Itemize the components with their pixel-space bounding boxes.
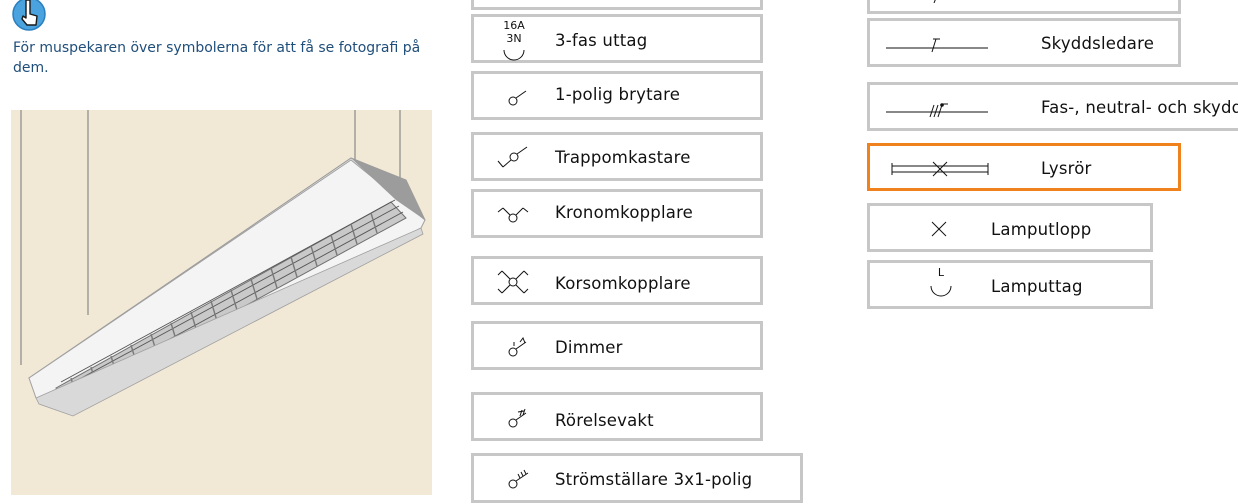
symbol-label: Lamputlopp — [991, 220, 1092, 239]
symbol-label: 3-fas uttag — [555, 31, 648, 50]
symbol-label: Rörelsevakt — [555, 411, 654, 430]
symbol-box-skyddsledare[interactable]: Skyddsledare — [867, 18, 1181, 67]
conductor-icon — [933, 0, 936, 3]
symbol-label: Lysrör — [1041, 159, 1092, 178]
symbol-box-korsomkopplare[interactable]: Korsomkopplare — [471, 256, 763, 305]
symbol-label: Korsomkopplare — [555, 274, 691, 293]
outlet-phase-text: 3N — [506, 32, 521, 45]
symbol-box-lamputlopp[interactable]: Lamputlopp — [867, 203, 1153, 252]
motion-sensor-icon — [508, 408, 527, 428]
symbol-box-3-fas-uttag[interactable]: 16A 3N 3-fas uttag — [471, 14, 763, 63]
single-pole-switch-icon — [508, 90, 527, 106]
symbol-label: 1-polig brytare — [555, 85, 681, 104]
symbol-label: Skyddsledare — [1041, 34, 1155, 53]
symbol-label: Dimmer — [555, 338, 623, 357]
lamp-socket-letter: L — [938, 266, 945, 279]
lamp-socket-icon: L — [930, 266, 952, 297]
symbol-box-lysror[interactable]: Lysrör — [867, 143, 1181, 191]
staircase-switch-icon — [497, 146, 528, 168]
intermediate-switch-icon — [497, 270, 529, 294]
protective-conductor-icon — [886, 38, 988, 53]
symbol-label: Kronomkopplare — [555, 203, 694, 222]
symbol-box-top-partial-right[interactable] — [867, 0, 1181, 14]
symbol-label: Fas-, neutral- och skydd — [1041, 98, 1238, 117]
symbol-box-dimmer[interactable]: Dimmer — [471, 321, 763, 370]
symbol-label: Lamputtag — [991, 277, 1083, 296]
symbol-box-1-polig-brytare[interactable]: 1-polig brytare — [471, 71, 763, 120]
symbol-box-kronomkopplare[interactable]: Kronomkopplare — [471, 189, 763, 238]
symbol-label: Trappomkastare — [555, 148, 691, 167]
symbol-box-stromstallare[interactable]: Strömställare 3x1-polig — [471, 453, 803, 503]
series-switch-icon — [497, 207, 529, 223]
phase-neutral-protective-icon — [886, 103, 988, 118]
dimmer-icon — [508, 336, 527, 357]
instruction-text: För muspekaren över symbolerna för att f… — [13, 40, 421, 76]
symbol-box-trappomkastare[interactable]: Trappomkastare — [471, 132, 763, 181]
symbol-box-fas-neutral-skydd[interactable]: Fas-, neutral- och skydd — [867, 82, 1238, 131]
fluorescent-tube-icon — [891, 161, 989, 177]
three-pole-switch-icon — [508, 469, 529, 489]
symbol-box-rorelsevakt[interactable]: Rörelsevakt — [471, 392, 763, 441]
outlet-rating-text: 16A — [503, 19, 525, 32]
symbol-label: Strömställare 3x1-polig — [555, 470, 753, 489]
pointer-hand-icon — [10, 0, 50, 32]
three-phase-outlet-icon: 16A 3N — [503, 19, 525, 61]
fixture-photo — [11, 110, 432, 495]
lamp-outlet-cross-icon — [931, 221, 947, 237]
symbol-box-lamputtag[interactable]: L Lamputtag — [867, 260, 1153, 309]
symbol-box-top-partial-left[interactable] — [471, 0, 763, 10]
